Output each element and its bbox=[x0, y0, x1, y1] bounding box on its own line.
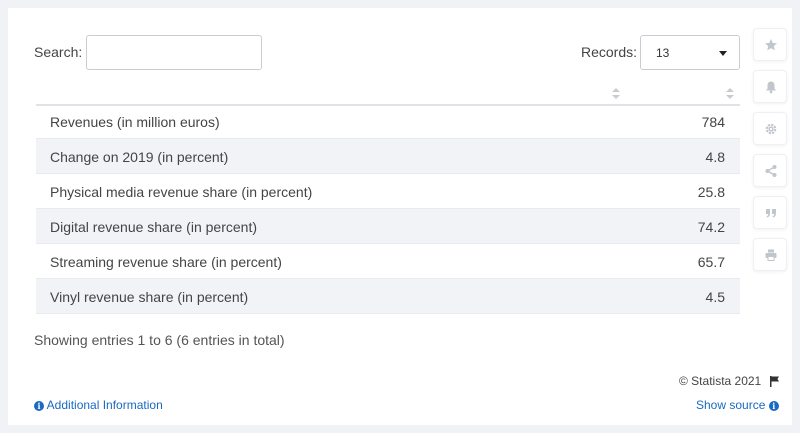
records-select[interactable]: 13 bbox=[640, 35, 740, 70]
sort-icon[interactable] bbox=[612, 87, 620, 101]
favorite-button[interactable] bbox=[753, 28, 787, 61]
table-row: Digital revenue share (in percent) 74.2 bbox=[36, 209, 740, 244]
search-input[interactable] bbox=[86, 35, 262, 70]
row-label: Digital revenue share (in percent) bbox=[50, 219, 257, 235]
table-row: Physical media revenue share (in percent… bbox=[36, 174, 740, 209]
table-row: Change on 2019 (in percent) 4.8 bbox=[36, 139, 740, 174]
table-row: Vinyl revenue share (in percent) 4.5 bbox=[36, 279, 740, 314]
row-label: Streaming revenue share (in percent) bbox=[50, 254, 282, 270]
additional-information-link[interactable]: i Additional Information bbox=[34, 398, 163, 412]
row-value: 4.8 bbox=[705, 149, 725, 165]
settings-button[interactable] bbox=[753, 112, 787, 145]
search-label: Search: bbox=[34, 44, 83, 60]
copyright: © Statista 2021 bbox=[679, 374, 762, 388]
info-icon: i bbox=[34, 401, 44, 411]
row-value: 25.8 bbox=[697, 184, 725, 200]
row-value: 74.2 bbox=[697, 219, 725, 235]
show-source-link[interactable]: Show source i bbox=[696, 398, 779, 412]
row-label: Vinyl revenue share (in percent) bbox=[50, 289, 249, 305]
row-value: 784 bbox=[701, 114, 725, 130]
star-icon bbox=[765, 39, 777, 51]
records-value: 13 bbox=[656, 46, 670, 60]
notification-button[interactable] bbox=[753, 70, 787, 103]
gear-icon bbox=[765, 123, 777, 135]
share-icon bbox=[765, 165, 777, 177]
chevron-down-icon bbox=[719, 51, 727, 56]
show-source-label: Show source bbox=[696, 398, 766, 412]
print-button[interactable] bbox=[753, 238, 787, 271]
info-icon: i bbox=[768, 401, 779, 411]
print-icon bbox=[765, 249, 777, 261]
sort-icon[interactable] bbox=[726, 87, 734, 101]
records-label: Records: bbox=[581, 44, 638, 60]
table-body: Revenues (in million euros) 784 Change o… bbox=[36, 104, 740, 314]
additional-information-label: Additional Information bbox=[46, 398, 163, 412]
share-button[interactable] bbox=[753, 154, 787, 187]
flag-icon[interactable] bbox=[769, 375, 781, 387]
statistic-card: Search: Records: 13 Revenues (in million… bbox=[8, 8, 792, 425]
table-row: Streaming revenue share (in percent) 65.… bbox=[36, 244, 740, 279]
entries-summary: Showing entries 1 to 6 (6 entries in tot… bbox=[34, 332, 285, 348]
row-value: 4.5 bbox=[705, 289, 725, 305]
table-header bbox=[36, 86, 740, 106]
row-label: Change on 2019 (in percent) bbox=[50, 149, 229, 165]
table-row: Revenues (in million euros) 784 bbox=[36, 104, 740, 139]
cite-button[interactable] bbox=[753, 196, 787, 229]
row-value: 65.7 bbox=[697, 254, 725, 270]
row-label: Revenues (in million euros) bbox=[50, 114, 220, 130]
quote-icon bbox=[766, 209, 776, 218]
bell-icon bbox=[766, 81, 776, 94]
row-label: Physical media revenue share (in percent… bbox=[50, 184, 313, 200]
